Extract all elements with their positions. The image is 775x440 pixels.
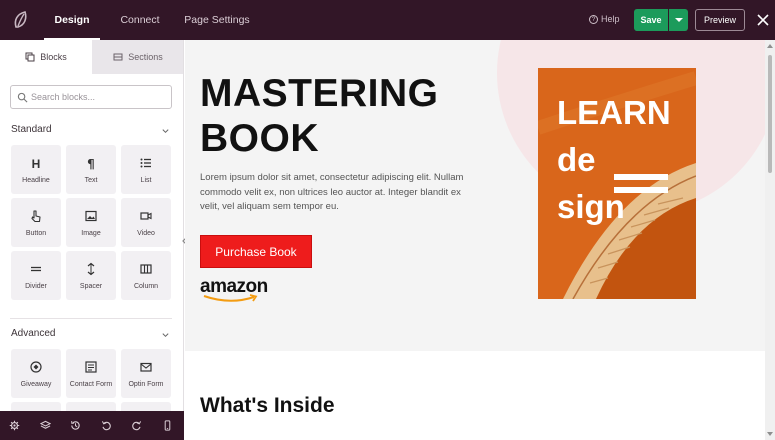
list-icon [140,158,151,168]
block-label: Divider [25,283,47,290]
block-label: Column [133,283,159,290]
bottom-toolbar [0,411,184,440]
block-more[interactable] [121,402,171,411]
hero-title-line: BOOK [200,117,319,160]
block-label: Headline [22,177,50,184]
canvas-scrollbar[interactable] [765,40,775,440]
search-placeholder: Search blocks... [31,92,96,102]
close-icon[interactable] [755,12,771,28]
redo-icon[interactable] [131,420,142,431]
blocks-sidebar: Blocks Sections Search blocks... Standar… [0,40,184,411]
video-icon [140,212,152,220]
block-button[interactable]: Button [11,198,61,247]
block-contact-form[interactable]: Contact Form [66,349,116,398]
cover-text-de: de [557,141,596,178]
block-giveaway[interactable]: Giveaway [11,349,61,398]
block-list[interactable]: List [121,145,171,194]
block-divider[interactable]: Divider [11,251,61,300]
amazon-smile-icon [203,294,258,302]
block-label: List [140,177,152,184]
block-label: Spacer [79,283,103,290]
hero-title-line: MASTERING [200,72,439,115]
purchase-book-button[interactable]: Purchase Book [200,235,312,268]
history-icon[interactable] [70,420,81,431]
tab-blocks-label: Blocks [40,52,67,62]
svg-text:¶: ¶ [87,157,95,170]
chevron-up-icon[interactable] [161,126,170,135]
help-label: Help [601,14,620,24]
pointer-icon [31,210,41,223]
block-label: Video [137,230,155,237]
svg-text:H: H [32,157,41,170]
sections-icon [113,53,123,61]
headline-icon: H [32,157,41,170]
group-standard-title[interactable]: Standard [11,124,52,135]
tab-blocks[interactable]: Blocks [0,40,92,74]
column-icon [140,264,152,274]
block-video[interactable]: Video [121,198,171,247]
block-label: Contact Form [69,381,113,388]
undo-icon[interactable] [101,420,112,431]
contact-form-icon [85,361,97,373]
group-divider [10,318,172,319]
block-more[interactable] [66,402,116,411]
block-more[interactable] [11,402,61,411]
tab-design[interactable]: Design [44,0,100,40]
scroll-down-arrow[interactable] [767,432,773,436]
cover-text-sign: sign [557,188,625,225]
save-options-dropdown[interactable] [669,9,688,31]
settings-icon[interactable] [9,420,20,431]
cover-text-learn: LEARN [557,94,671,131]
block-headline[interactable]: H Headline [11,145,61,194]
tab-sections[interactable]: Sections [92,40,183,74]
scrollbar-thumb[interactable] [768,55,772,173]
block-label: Optin Form [128,381,164,388]
spacer-icon [87,262,95,276]
block-label: Text [84,177,98,184]
block-label: Giveaway [20,381,52,388]
hero-title[interactable]: MASTERING BOOK [200,71,500,161]
preview-button[interactable]: Preview [695,9,745,31]
help-link[interactable]: ? Help [589,14,620,24]
help-icon: ? [589,14,598,24]
block-label: Button [25,230,47,237]
seedprod-logo-icon[interactable] [10,8,34,32]
giveaway-icon [30,361,42,373]
mobile-preview-icon[interactable] [162,420,173,431]
book-cover-image[interactable]: LEARN de sign [538,68,696,299]
whats-inside-heading[interactable]: What's Inside [200,394,335,418]
block-column[interactable]: Column [121,251,171,300]
block-spacer[interactable]: Spacer [66,251,116,300]
tab-connect[interactable]: Connect [112,0,168,40]
block-image[interactable]: Image [66,198,116,247]
hero-section[interactable]: MASTERING BOOK Lorem ipsum dolor sit ame… [185,40,765,351]
blocks-icon [25,52,35,62]
save-button[interactable]: Save [634,9,668,31]
hero-text[interactable]: Lorem ipsum dolor sit amet, consectetur … [200,171,470,215]
image-icon [85,210,97,222]
block-text[interactable]: ¶ Text [66,145,116,194]
top-bar: Design Connect Page Settings ? Help Save… [0,0,775,40]
tab-page-settings[interactable]: Page Settings [180,0,254,40]
divider-icon [31,266,41,272]
scroll-up-arrow[interactable] [767,44,773,48]
block-optin-form[interactable]: Optin Form [121,349,171,398]
search-blocks-input[interactable]: Search blocks... [10,85,172,109]
block-label: Image [81,230,101,237]
chevron-up-icon[interactable] [161,330,170,339]
layers-icon[interactable] [40,420,51,431]
mail-icon [140,362,152,372]
search-icon [17,92,28,103]
paragraph-icon: ¶ [87,157,95,170]
tab-sections-label: Sections [128,52,163,62]
page-preview: MASTERING BOOK Lorem ipsum dolor sit ame… [185,40,765,440]
group-advanced-title[interactable]: Advanced [11,328,55,339]
